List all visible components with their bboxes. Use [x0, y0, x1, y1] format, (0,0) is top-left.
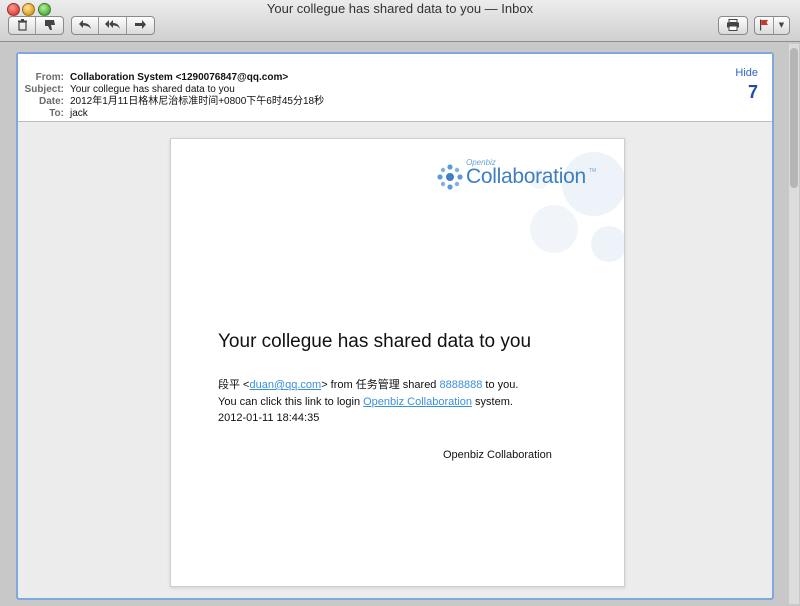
- openbiz-logo: Openbiz Collaboration TM: [436, 157, 616, 197]
- email-timestamp: 2012-01-11 18:44:35: [218, 412, 320, 424]
- flag-icon: [759, 19, 769, 33]
- reply-icon: [78, 19, 92, 32]
- logo-trademark: TM: [589, 168, 597, 174]
- trash-icon: [17, 18, 28, 33]
- login-line: You can click this link to login Openbiz…: [218, 395, 513, 410]
- openbiz-login-link[interactable]: Openbiz Collaboration: [363, 396, 472, 408]
- forward-icon: [134, 19, 147, 32]
- title-bar: Your collegue has shared data to you — I…: [0, 0, 800, 42]
- share-line: 段平 <duan@qq.com> from 任务管理 shared 888888…: [218, 378, 518, 393]
- flag-menu-button[interactable]: ▼: [774, 17, 789, 34]
- delete-junk-group: [8, 16, 64, 35]
- email-headline: Your collegue has shared data to you: [218, 331, 532, 352]
- login-suffix-text: system.: [471, 396, 513, 408]
- reply-button[interactable]: [72, 17, 100, 34]
- to-value[interactable]: jack: [70, 107, 88, 120]
- email-signature: Openbiz Collaboration: [443, 449, 552, 461]
- print-button[interactable]: [719, 17, 747, 34]
- shared-data-link[interactable]: 8888888: [440, 379, 483, 391]
- email-body-card: Openbiz Collaboration TM Your collegue h…: [170, 138, 625, 587]
- date-value: 2012年1月11日格林尼治标准时间+0800下午6时45分18秒: [70, 96, 325, 107]
- sender-name: 段平 <: [218, 379, 250, 391]
- message-header: From: Collaboration System <1290076847@q…: [18, 54, 772, 122]
- forward-button[interactable]: [127, 17, 154, 34]
- junk-button[interactable]: [36, 17, 63, 34]
- share-mid-text: > from 任务管理 shared: [321, 379, 440, 391]
- to-row: To: jack: [18, 107, 88, 120]
- printer-icon: [726, 18, 740, 33]
- logo-main-text: Collaboration: [466, 165, 586, 188]
- reply-all-button[interactable]: [99, 17, 127, 34]
- thumbs-down-icon: [44, 19, 56, 33]
- delete-button[interactable]: [9, 17, 37, 34]
- flag-group: ▼: [754, 16, 790, 35]
- message-frame: From: Collaboration System <1290076847@q…: [16, 52, 774, 600]
- flag-button[interactable]: [755, 17, 774, 34]
- window-title: Your collegue has shared data to you — I…: [266, 1, 534, 16]
- scrollbar-thumb[interactable]: [790, 48, 798, 188]
- message-count: 7: [747, 82, 758, 102]
- login-prefix-text: You can click this link to login: [218, 396, 364, 408]
- sender-email-link[interactable]: duan@qq.com: [249, 379, 321, 391]
- share-suffix-text: to you.: [482, 379, 519, 391]
- chevron-down-icon: ▼: [778, 21, 785, 29]
- print-group: [718, 16, 748, 35]
- to-label: To:: [49, 108, 64, 119]
- logo-flower-icon: [437, 164, 463, 190]
- hide-header-link[interactable]: Hide: [735, 67, 758, 79]
- reply-all-icon: [104, 19, 121, 32]
- reply-group: [71, 16, 155, 35]
